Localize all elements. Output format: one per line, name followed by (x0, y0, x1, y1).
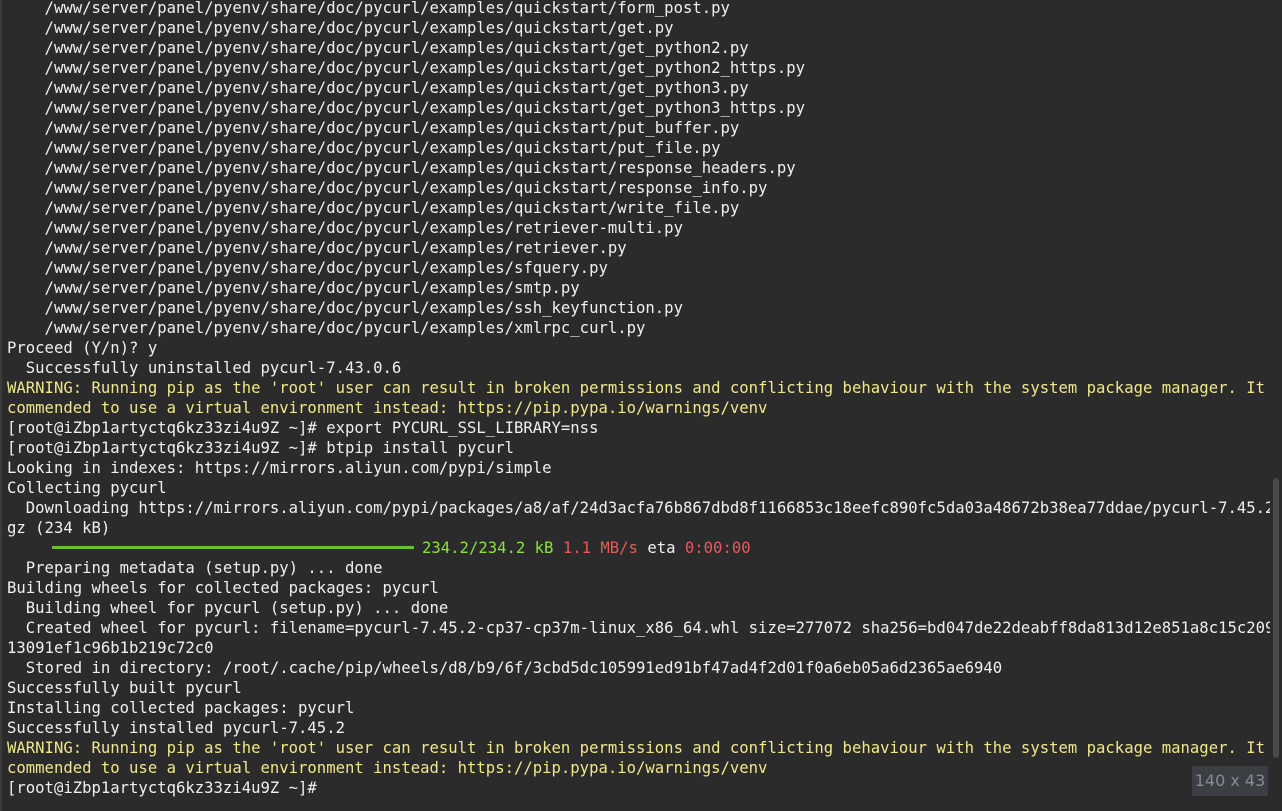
terminal-line: Successfully installed pycurl-7.45.2 (7, 719, 345, 737)
terminal-line: /www/server/panel/pyenv/share/doc/pycurl… (7, 0, 730, 17)
warning-line: WARNING: Running pip as the 'root' user … (7, 739, 1282, 757)
terminal-line: /www/server/panel/pyenv/share/doc/pycurl… (7, 319, 646, 337)
terminal-size-badge: 140 x 43 (1192, 766, 1268, 796)
terminal-line: [root@iZbp1artyctq6kz33zi4u9Z ~]# btpip … (7, 439, 514, 457)
terminal-line: Looking in indexes: https://mirrors.aliy… (7, 459, 552, 477)
terminal-line: Successfully built pycurl (7, 679, 242, 697)
terminal-line: Proceed (Y/n)? y (7, 339, 158, 357)
terminal-line: Created wheel for pycurl: filename=pycur… (7, 619, 1282, 637)
terminal-line: /www/server/panel/pyenv/share/doc/pycurl… (7, 79, 749, 97)
terminal-line: /www/server/panel/pyenv/share/doc/pycurl… (7, 259, 608, 277)
terminal-line: /www/server/panel/pyenv/share/doc/pycurl… (7, 159, 796, 177)
warning-line: commended to use a virtual environment i… (7, 759, 768, 777)
terminal-line: /www/server/panel/pyenv/share/doc/pycurl… (7, 139, 721, 157)
terminal-line: Installing collected packages: pycurl (7, 699, 355, 717)
terminal-line: Collecting pycurl (7, 479, 167, 497)
warning-line: commended to use a virtual environment i… (7, 399, 768, 417)
terminal-line: /www/server/panel/pyenv/share/doc/pycurl… (7, 219, 683, 237)
scrollbar-thumb[interactable] (1273, 478, 1279, 758)
terminal-window[interactable]: /www/server/panel/pyenv/share/doc/pycurl… (0, 0, 1282, 811)
eta-label: eta (647, 539, 676, 557)
terminal-line: /www/server/panel/pyenv/share/doc/pycurl… (7, 179, 768, 197)
terminal-line: [root@iZbp1artyctq6kz33zi4u9Z ~]# (7, 779, 317, 797)
terminal-line: /www/server/panel/pyenv/share/doc/pycurl… (7, 119, 740, 137)
download-progress-line: 234.2/234.2 kB 1.1 MB/s eta 0:00:00 (7, 538, 1268, 558)
terminal-line: Stored in directory: /root/.cache/pip/wh… (7, 659, 1003, 677)
vertical-scrollbar[interactable] (1270, 0, 1282, 811)
terminal-line: /www/server/panel/pyenv/share/doc/pycurl… (7, 19, 674, 37)
terminal-line: /www/server/panel/pyenv/share/doc/pycurl… (7, 99, 805, 117)
download-progress-bar (52, 545, 414, 549)
download-size: 234.2/234.2 kB (422, 539, 554, 557)
download-speed: 1.1 MB/s (562, 539, 638, 557)
terminal-line: Building wheel for pycurl (setup.py) ...… (7, 599, 449, 617)
terminal-line: Preparing metadata (setup.py) ... done (7, 559, 383, 577)
terminal-line: 13091ef1c96b1b219c72c0 (7, 639, 214, 657)
terminal-line: /www/server/panel/pyenv/share/doc/pycurl… (7, 59, 805, 77)
terminal-output[interactable]: /www/server/panel/pyenv/share/doc/pycurl… (7, 0, 1282, 798)
terminal-line: /www/server/panel/pyenv/share/doc/pycurl… (7, 199, 740, 217)
terminal-line: /www/server/panel/pyenv/share/doc/pycurl… (7, 39, 749, 57)
terminal-line: [root@iZbp1artyctq6kz33zi4u9Z ~]# export… (7, 419, 599, 437)
terminal-line: Building wheels for collected packages: … (7, 579, 439, 597)
terminal-line: gz (234 kB) (7, 519, 111, 537)
terminal-line: /www/server/panel/pyenv/share/doc/pycurl… (7, 239, 627, 257)
warning-line: WARNING: Running pip as the 'root' user … (7, 379, 1282, 397)
terminal-line: /www/server/panel/pyenv/share/doc/pycurl… (7, 299, 683, 317)
terminal-line: /www/server/panel/pyenv/share/doc/pycurl… (7, 279, 580, 297)
terminal-line: Successfully uninstalled pycurl-7.43.0.6 (7, 359, 402, 377)
terminal-line: Downloading https://mirrors.aliyun.com/p… (7, 499, 1282, 517)
eta-value: 0:00:00 (684, 539, 751, 557)
